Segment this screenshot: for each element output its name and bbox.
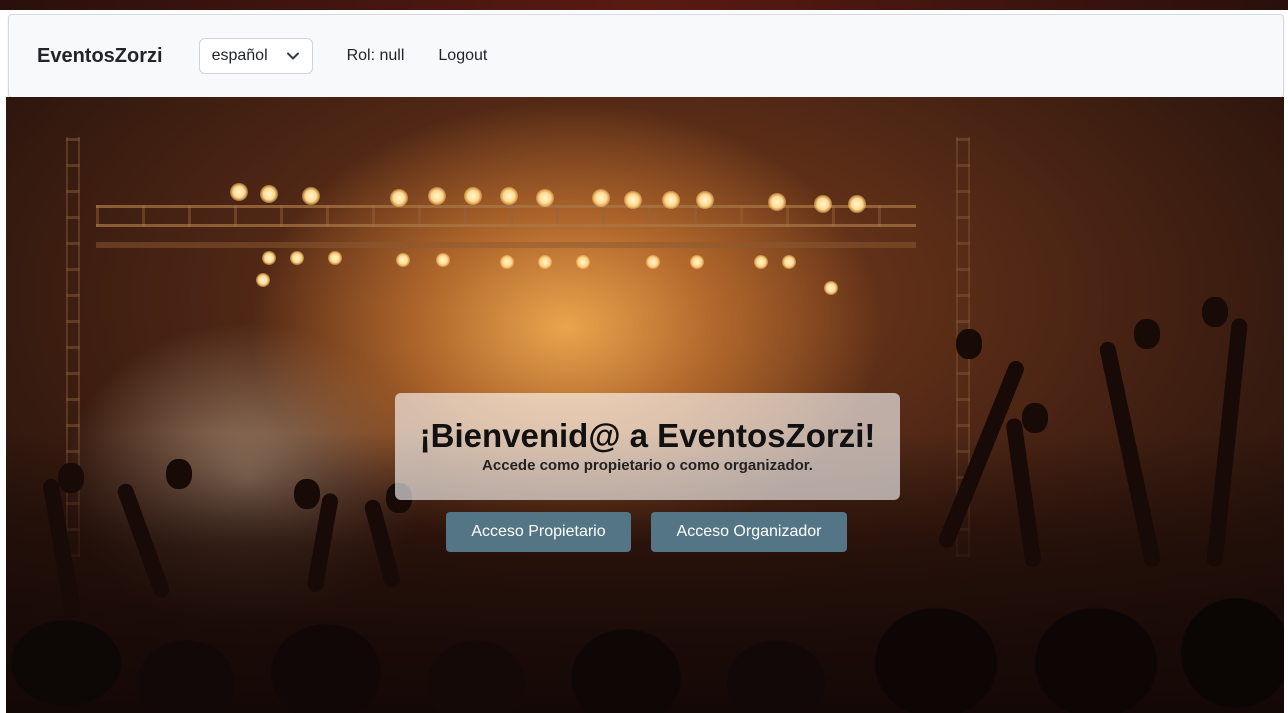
stage-light [428, 187, 446, 205]
stage-light [754, 255, 768, 269]
stage-light [592, 189, 610, 207]
stage-truss [96, 205, 916, 227]
raised-hand [1134, 319, 1160, 349]
stage-light [538, 255, 552, 269]
stage-light [782, 255, 796, 269]
stage-light [302, 187, 320, 205]
page: EventosZorzi español Rol: null Logout ¡B… [0, 0, 1288, 713]
stage-light [814, 195, 832, 213]
raised-hand [1202, 297, 1228, 327]
owner-access-button[interactable]: Acceso Propietario [446, 512, 631, 552]
stage-light [436, 253, 450, 267]
welcome-subtitle: Accede como propietario o como organizad… [482, 457, 813, 475]
stage-light [328, 251, 342, 265]
language-select-value: español [211, 47, 268, 64]
stage-light [690, 255, 704, 269]
stage-light [646, 255, 660, 269]
role-text: Rol: null [346, 47, 405, 64]
stage-light [662, 191, 680, 209]
stage-light [260, 185, 278, 203]
stage-light [500, 187, 518, 205]
brand-link[interactable]: EventosZorzi [37, 45, 163, 68]
stage-light [230, 183, 248, 201]
raised-hand [166, 459, 192, 489]
stage-light [848, 195, 866, 213]
logout-link[interactable]: Logout [438, 47, 487, 65]
stage-light [464, 187, 482, 205]
stage-light [696, 191, 714, 209]
stage-light [536, 189, 554, 207]
top-strip [0, 0, 1288, 10]
organizer-access-button[interactable]: Acceso Organizador [651, 512, 847, 552]
stage-light [768, 193, 786, 211]
welcome-title: ¡Bienvenid@ a EventosZorzi! [419, 416, 876, 454]
stage-light [624, 191, 642, 209]
raised-hand [956, 329, 982, 359]
welcome-card: ¡Bienvenid@ a EventosZorzi! Accede como … [395, 393, 900, 500]
raised-hand [294, 479, 320, 509]
stage-truss [96, 242, 916, 248]
stage-light [290, 251, 304, 265]
raised-hand [1022, 403, 1048, 433]
raised-hand [58, 463, 84, 493]
stage-light [256, 273, 270, 287]
stage-light [500, 255, 514, 269]
stage-light [824, 281, 838, 295]
stage-light [390, 189, 408, 207]
stage-light [576, 255, 590, 269]
stage-light [396, 253, 410, 267]
stage-light [262, 251, 276, 265]
navbar: EventosZorzi español Rol: null Logout [8, 14, 1284, 98]
language-select[interactable]: español [198, 38, 313, 74]
chevron-down-icon [286, 52, 299, 60]
